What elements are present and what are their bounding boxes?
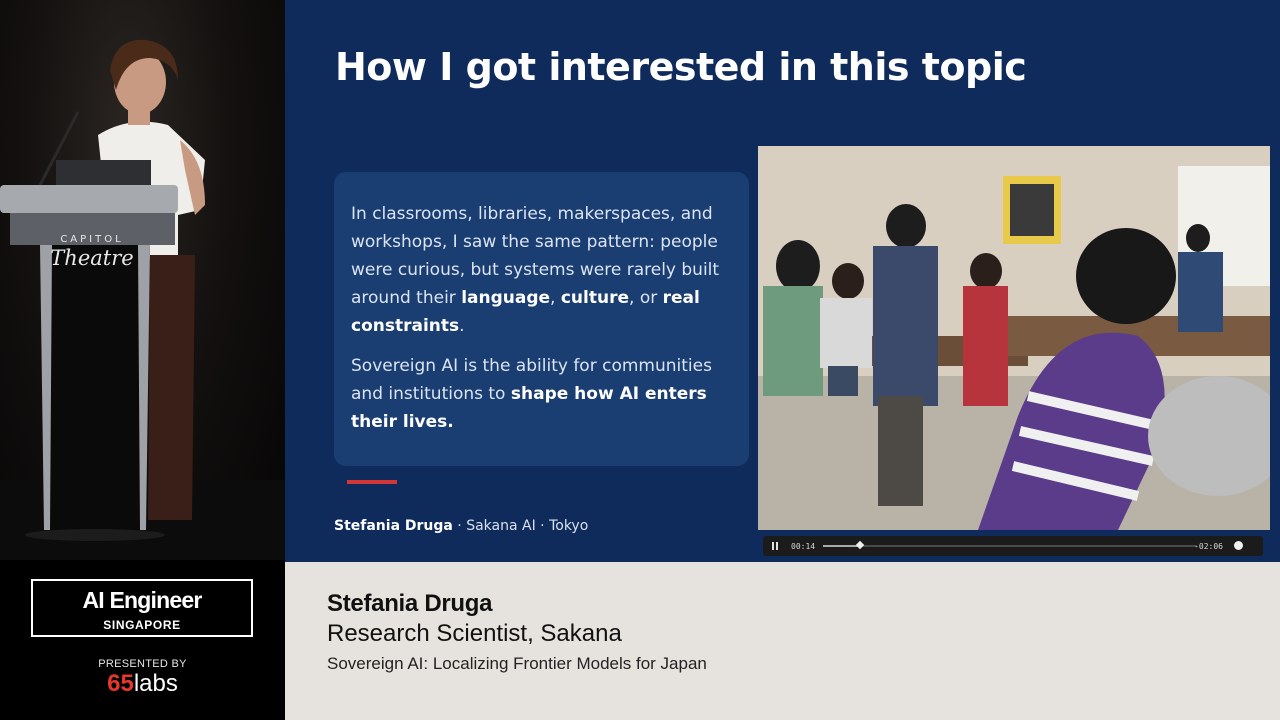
speaker-lower-third: Stefania Druga Research Scientist, Sakan…	[285, 562, 1280, 720]
p1-end: .	[459, 316, 465, 336]
p1-sep1: ,	[550, 288, 561, 308]
accent-divider	[347, 480, 397, 484]
speaker-scene	[0, 39, 285, 560]
classroom-video-scene	[758, 146, 1270, 530]
video-remaining-time: -02:06	[1194, 542, 1223, 551]
talk-title: Sovereign AI: Localizing Frontier Models…	[327, 654, 707, 673]
p1-bold-culture: culture	[560, 288, 630, 308]
presented-by-label: PRESENTED BY	[98, 658, 187, 670]
video-controls: 00:14 -02:06	[763, 536, 1263, 556]
speaker-role: Research Scientist, Sakana	[327, 620, 622, 647]
footer-speaker: Stefania Druga	[334, 518, 453, 534]
classroom-video[interactable]	[758, 146, 1270, 530]
p1-sep2: , or	[629, 288, 663, 308]
video-scrubber-handle[interactable]	[856, 540, 865, 550]
sponsor-number: 65	[107, 670, 134, 697]
event-location: SINGAPORE	[103, 618, 181, 632]
slide-paragraph-1: In classrooms, libraries, makerspaces, a…	[351, 200, 733, 340]
sponsor-logo: 65labs	[0, 670, 285, 698]
slide-footer: Stefania Druga · Sakana AI · Tokyo	[334, 518, 588, 534]
video-progress-track[interactable]	[823, 540, 1197, 550]
podium-logo-top: CAPITOL	[60, 234, 124, 245]
speaker-name: Stefania Druga	[327, 590, 493, 617]
footer-affiliation: · Sakana AI · Tokyo	[452, 518, 589, 534]
slide-text-card: In classrooms, libraries, makerspaces, a…	[334, 172, 749, 466]
speaker-camera-feed: CAPITOL Theatre	[0, 0, 285, 560]
video-elapsed-time: 00:14	[791, 542, 816, 551]
event-name: AI Engineer	[82, 587, 202, 613]
volume-icon[interactable]	[1234, 541, 1243, 550]
slide-title: How I got interested in this topic	[335, 45, 1027, 89]
slide-paragraph-2: Sovereign AI is the ability for communit…	[351, 352, 733, 436]
event-logo: AI Engineer SINGAPORE	[31, 579, 253, 637]
event-branding: AI Engineer SINGAPORE PRESENTED BY 65lab…	[0, 560, 285, 720]
pause-icon[interactable]	[769, 540, 781, 552]
video-progress-fill	[823, 545, 861, 547]
sponsor-word: labs	[133, 670, 178, 697]
podium-logo-bottom: Theatre	[50, 246, 134, 270]
presentation-slide: How I got interested in this topic In cl…	[285, 0, 1280, 562]
p1-bold-language: language	[461, 288, 551, 308]
